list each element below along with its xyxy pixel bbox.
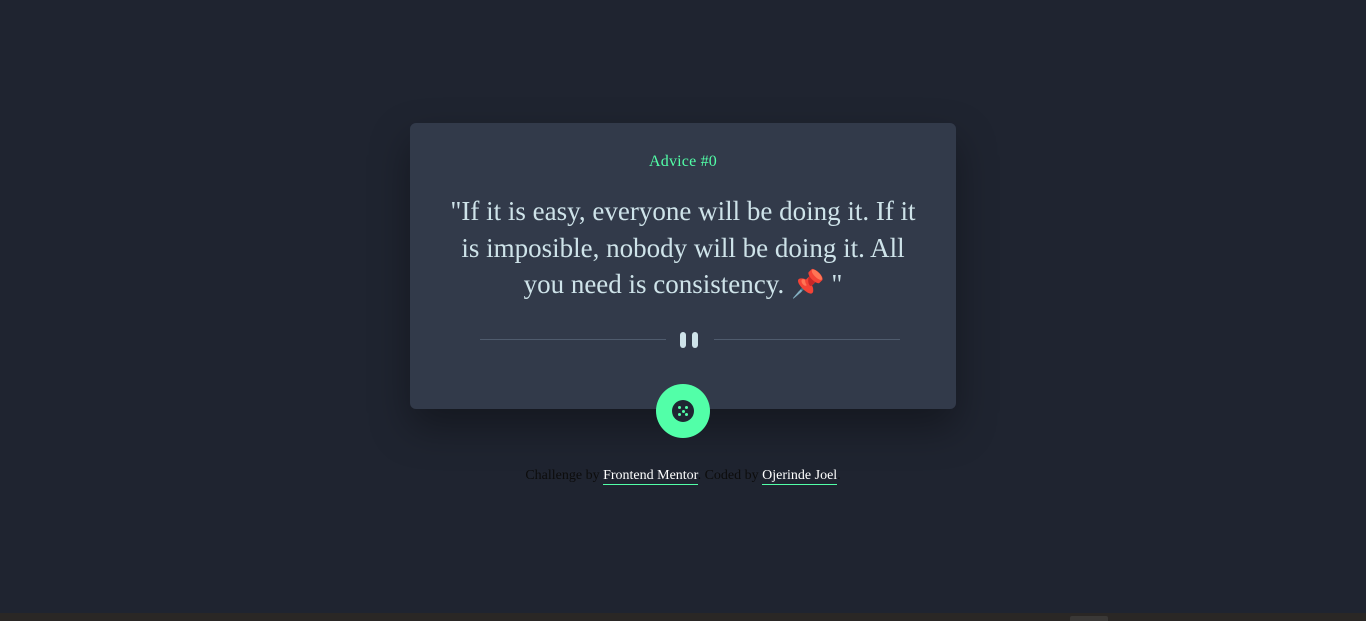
attribution-prefix: Challenge by [525, 468, 600, 483]
author-link[interactable]: Ojerinde Joel [762, 468, 838, 485]
new-advice-button[interactable] [656, 384, 710, 438]
attribution: Challenge by Frontend Mentor. Coded by O… [525, 468, 841, 485]
pause-icon [680, 332, 700, 348]
divider-line-left [480, 339, 666, 340]
bottom-bar-tab [1070, 616, 1108, 621]
advice-number: Advice #0 [648, 153, 717, 170]
attribution-middle: Coded by [704, 468, 759, 483]
divider [480, 331, 900, 349]
dice-icon [672, 400, 694, 422]
bottom-bar [0, 613, 1366, 621]
advice-card: Advice #0 "If it is easy, everyone will … [410, 123, 956, 409]
frontend-mentor-link[interactable]: Frontend Mentor [603, 468, 698, 485]
divider-line-right [714, 339, 900, 340]
advice-quote: "If it is easy, everyone will be doing i… [450, 196, 916, 299]
